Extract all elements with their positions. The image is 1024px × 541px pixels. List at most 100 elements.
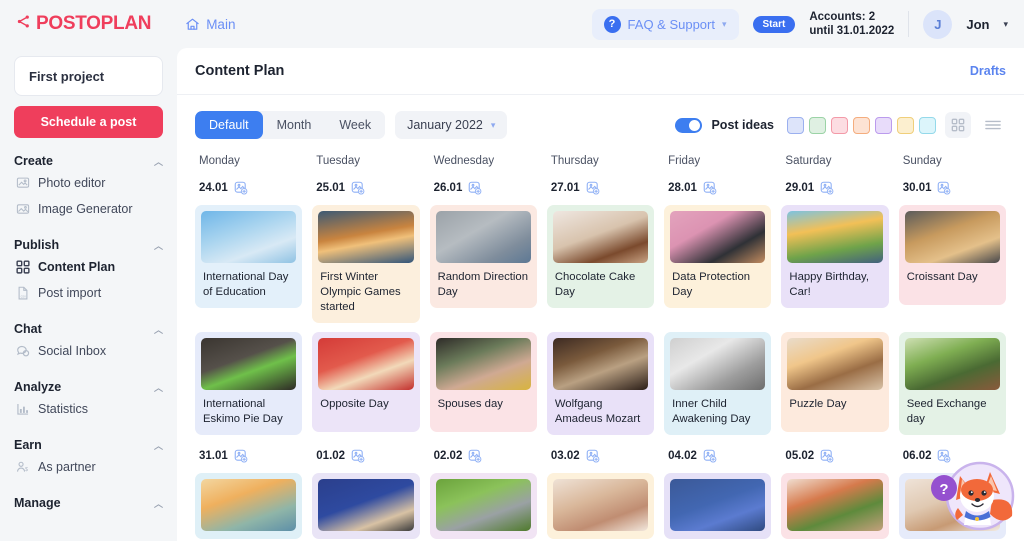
content-card[interactable] [664, 473, 772, 540]
add-image-icon[interactable] [703, 181, 717, 195]
add-image-icon[interactable] [586, 449, 600, 463]
calendar-date-label: 31.01 [199, 450, 228, 463]
add-image-icon[interactable] [820, 181, 834, 195]
content-card[interactable]: Puzzle Day [781, 332, 889, 433]
content-card[interactable] [546, 473, 655, 540]
sidebar-group-create: Create ︿ Photo editor Image Generator [14, 152, 163, 222]
add-image-icon[interactable] [468, 181, 482, 195]
calendar-date-label: 29.01 [785, 182, 815, 194]
card-title: International Eskimo Pie Day [203, 398, 283, 426]
color-filter-green[interactable] [809, 116, 826, 134]
sidebar-group-title: Analyze [14, 380, 62, 394]
content-card[interactable]: Random Direction Day [429, 205, 537, 309]
content-card[interactable] [781, 473, 889, 540]
content-card[interactable]: Spouses day [429, 332, 537, 433]
brand-logo[interactable]: POSTOPLAN [16, 13, 151, 35]
content-card[interactable]: Wolfgang Amadeus Mozart [546, 332, 655, 436]
tab-default[interactable]: Default [195, 111, 263, 139]
schedule-post-button[interactable]: Schedule a post [14, 106, 163, 138]
calendar-date-cell: 05.02 [781, 449, 888, 463]
sidebar-item-statistics[interactable]: Statistics [14, 396, 163, 422]
user-menu-chevron-icon[interactable]: ▾ [1003, 19, 1008, 30]
add-image-icon[interactable] [234, 449, 248, 463]
calendar-week1-row2: International Eskimo Pie Day Opposite Day… [195, 332, 1006, 436]
postoplan-app: POSTOPLAN Main ? FAQ & Support ▾ Start A… [0, 0, 1024, 541]
card-title: Opposite Day [320, 398, 389, 411]
content-card[interactable]: International Day of Education [195, 205, 303, 309]
calendar-date-cell: 27.01 [547, 181, 654, 195]
sidebar-item-post-import[interactable]: csv Post import [14, 280, 163, 306]
sidebar-group-header-create[interactable]: Create ︿ [14, 152, 163, 170]
add-image-icon[interactable] [703, 449, 717, 463]
image-generator-icon [16, 202, 30, 216]
content-card[interactable]: Opposite Day [312, 332, 420, 433]
sidebar-item-content-plan[interactable]: Content Plan [14, 254, 163, 280]
add-image-icon[interactable] [937, 181, 951, 195]
color-filter-yellow[interactable] [897, 116, 914, 134]
content-card[interactable] [429, 473, 537, 540]
content-card[interactable]: Croissant Day [898, 205, 1006, 305]
add-image-icon[interactable] [468, 449, 482, 463]
photo-editor-icon [16, 176, 30, 190]
content-card[interactable]: First Winter Olympic Games started [312, 205, 420, 324]
chevron-up-icon: ︿ [153, 156, 163, 167]
add-image-icon[interactable] [820, 449, 834, 463]
accounts-expiry: until 31.01.2022 [809, 25, 895, 37]
color-filter-red[interactable] [831, 116, 848, 134]
content-card[interactable]: Chocolate Cake Day [546, 205, 655, 309]
card-title: Puzzle Day [789, 398, 847, 411]
calendar-date-cell: 24.01 [195, 181, 302, 195]
add-image-icon[interactable] [351, 449, 365, 463]
fox-mascot-help-icon[interactable]: ? [930, 456, 1018, 540]
grid-view-icon[interactable] [945, 112, 971, 138]
sidebar-group-header-analyze[interactable]: Analyze ︿ [14, 378, 163, 396]
faq-support-button[interactable]: ? FAQ & Support ▾ [591, 8, 739, 40]
add-image-icon[interactable] [586, 181, 600, 195]
drafts-link[interactable]: Drafts [970, 64, 1006, 78]
post-ideas-toggle[interactable] [675, 117, 703, 133]
content-card[interactable] [195, 473, 303, 540]
sidebar-item-image-generator[interactable]: Image Generator [14, 196, 163, 222]
add-image-icon[interactable] [234, 181, 248, 195]
nav-main-link[interactable]: Main [185, 17, 235, 32]
tab-week[interactable]: Week [325, 111, 386, 139]
start-plan-badge[interactable]: Start [752, 15, 796, 33]
sidebar-item-as-partner[interactable]: $ As partner [14, 454, 163, 480]
color-filter-blue[interactable] [787, 116, 804, 134]
month-picker[interactable]: January 2022 ▾ [395, 111, 508, 139]
sidebar-group-publish: Publish ︿ Content Plan csv Post import [14, 236, 163, 306]
content-card[interactable]: Data Protection Day [664, 205, 772, 309]
sidebar-group-header-publish[interactable]: Publish ︿ [14, 236, 163, 254]
card-thumbnail [904, 338, 1000, 391]
sidebar-group-header-earn[interactable]: Earn ︿ [14, 436, 163, 454]
calendar-week2-dates: 31.01 01.02 02.02 03.02 04.02 05.02 06.02 [195, 435, 1006, 473]
list-view-icon[interactable] [980, 112, 1006, 138]
chevron-up-icon: ︿ [153, 240, 163, 251]
sidebar-item-social-inbox[interactable]: Social Inbox [14, 338, 163, 364]
card-thumbnail [552, 479, 649, 532]
card-title: International Day of Education [203, 271, 289, 299]
sidebar-group-header-manage[interactable]: Manage ︿ [14, 494, 163, 512]
card-title: Random Direction Day [437, 271, 528, 299]
color-filter-purple[interactable] [875, 116, 892, 134]
content-card[interactable]: International Eskimo Pie Day [195, 332, 303, 436]
color-filter-orange[interactable] [853, 116, 870, 134]
sidebar-item-photo-editor[interactable]: Photo editor [14, 170, 163, 196]
card-thumbnail [435, 479, 531, 532]
brand-name: POSTOPLAN [36, 13, 152, 34]
tab-month[interactable]: Month [262, 111, 326, 139]
calendar-date-label: 30.01 [902, 182, 932, 194]
sidebar-group-header-chat[interactable]: Chat ︿ [14, 320, 163, 338]
card-title: First Winter Olympic Games started [320, 271, 401, 314]
content-header: Content Plan Drafts [177, 48, 1024, 95]
sidebar-item-label: Photo editor [38, 176, 106, 190]
content-card[interactable] [312, 473, 420, 540]
chevron-up-icon: ︿ [153, 498, 163, 509]
content-card[interactable]: Inner Child Awakening Day [664, 332, 772, 436]
project-selector[interactable]: First project [14, 56, 163, 96]
add-image-icon[interactable] [351, 181, 365, 195]
content-card[interactable]: Seed Exchange day [898, 332, 1006, 436]
content-card[interactable]: Happy Birthday, Car! [781, 205, 889, 309]
avatar[interactable]: J [923, 9, 953, 39]
color-filter-cyan[interactable] [919, 116, 936, 134]
